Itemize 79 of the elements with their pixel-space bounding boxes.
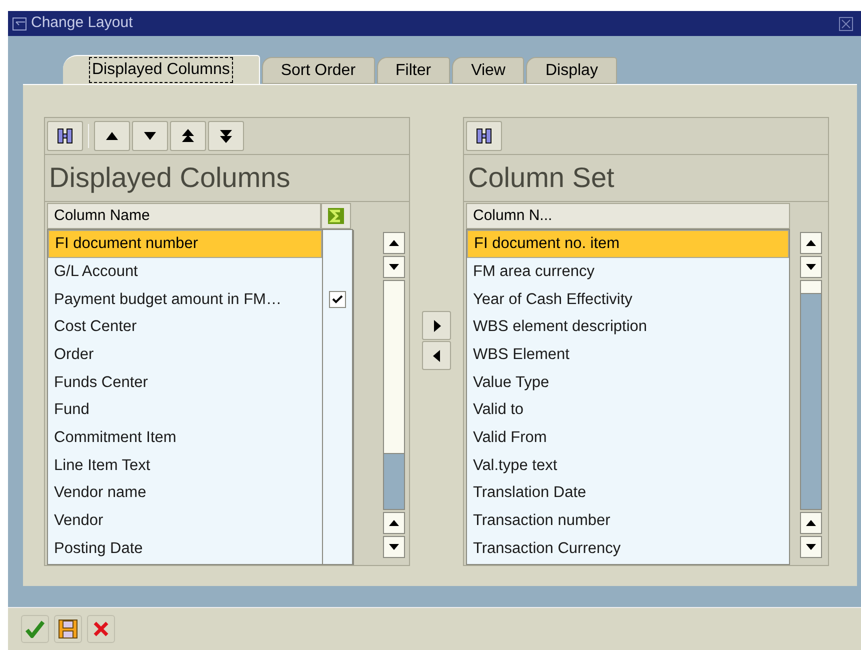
- list-row[interactable]: WBS element description: [467, 313, 789, 341]
- list-row[interactable]: Transaction number: [467, 506, 789, 535]
- triangle-right-icon: [432, 320, 440, 332]
- window-title: Change Layout: [31, 13, 133, 34]
- triangle-down-icon: [806, 264, 816, 270]
- scroll-down-button[interactable]: [383, 536, 405, 558]
- triangle-up-icon: [106, 132, 118, 140]
- triangle-down-icon: [389, 544, 399, 550]
- scroll-up-button[interactable]: [383, 232, 405, 254]
- list-row[interactable]: Commitment Item: [48, 424, 322, 452]
- tab[interactable]: View: [452, 57, 524, 84]
- list-row[interactable]: Cost Center: [48, 313, 322, 341]
- list-row[interactable]: Valid From: [467, 424, 789, 452]
- list-row[interactable]: Translation Date: [467, 479, 789, 507]
- cancel-button[interactable]: [87, 615, 115, 643]
- list-row[interactable]: FI document no. item: [467, 230, 789, 258]
- tab[interactable]: Displayed Columns: [63, 55, 260, 84]
- list-row[interactable]: G/L Account: [48, 258, 322, 286]
- list-row[interactable]: Posting Date: [48, 534, 322, 562]
- sigma-icon: [328, 208, 344, 224]
- total-column-header[interactable]: [321, 203, 351, 229]
- group-heading: Column Set: [468, 160, 614, 195]
- scroll-down-button[interactable]: [383, 256, 405, 278]
- scroll-up-button[interactable]: [800, 512, 822, 534]
- list-row[interactable]: Valid to: [467, 396, 789, 424]
- group-heading: Displayed Columns: [49, 160, 290, 195]
- list-row[interactable]: FI document number: [48, 230, 322, 258]
- save-button[interactable]: [54, 615, 82, 643]
- list-row[interactable]: Vendor name: [48, 479, 322, 507]
- close-icon[interactable]: [839, 16, 853, 30]
- checkmark-icon: [332, 294, 343, 304]
- column-header[interactable]: Column N...: [466, 203, 790, 229]
- find-button[interactable]: [466, 120, 502, 151]
- tab[interactable]: Sort Order: [262, 57, 375, 84]
- list-row[interactable]: Line Item Text: [48, 452, 322, 480]
- scrollbar-track[interactable]: [383, 280, 405, 510]
- triangle-down-icon: [144, 132, 156, 140]
- scrollbar-thumb[interactable]: [384, 453, 404, 509]
- list-row[interactable]: Year of Cash Effectivity: [467, 285, 789, 314]
- list-row[interactable]: FM area currency: [467, 258, 789, 286]
- double-down-icon: [220, 128, 232, 143]
- list-row[interactable]: Funds Center: [48, 368, 322, 396]
- tab[interactable]: Display: [526, 57, 617, 84]
- move-top-button[interactable]: [170, 120, 206, 151]
- triangle-left-icon: [432, 350, 440, 362]
- move-bottom-button[interactable]: [208, 120, 244, 151]
- tab[interactable]: Filter: [376, 57, 450, 84]
- scroll-down-button[interactable]: [800, 256, 822, 278]
- move-up-button[interactable]: [94, 120, 130, 151]
- checkbox[interactable]: [329, 290, 346, 308]
- scroll-up-button[interactable]: [800, 232, 822, 254]
- move-down-button[interactable]: [132, 120, 168, 151]
- binoculars-icon: [56, 126, 74, 145]
- triangle-up-icon: [806, 240, 816, 246]
- list-row[interactable]: Payment budget amount in FM…: [48, 285, 322, 314]
- triangle-down-icon: [389, 264, 399, 270]
- triangle-up-icon: [389, 520, 399, 526]
- list-row[interactable]: Val.type text: [467, 452, 789, 480]
- binoculars-icon: [475, 126, 493, 145]
- column-header[interactable]: Column Name: [47, 203, 321, 229]
- move-left-button[interactable]: [422, 341, 451, 370]
- close-icon: [92, 620, 110, 638]
- list-row[interactable]: WBS Element: [467, 340, 789, 368]
- double-up-icon: [182, 128, 194, 143]
- triangle-down-icon: [806, 544, 816, 550]
- triangle-up-icon: [389, 240, 399, 246]
- find-button[interactable]: [47, 120, 83, 151]
- window-icon: [12, 16, 28, 30]
- list-row[interactable]: Value Type: [467, 368, 789, 396]
- list-row[interactable]: Transaction Currency: [467, 534, 789, 562]
- list-row[interactable]: Order: [48, 340, 322, 368]
- move-right-button[interactable]: [422, 311, 451, 340]
- list-row[interactable]: Fund: [48, 396, 322, 424]
- list-row[interactable]: Vendor: [48, 506, 322, 535]
- triangle-up-icon: [806, 520, 816, 526]
- scroll-up-button[interactable]: [383, 512, 405, 534]
- confirm-button[interactable]: [21, 615, 49, 643]
- scroll-down-button[interactable]: [800, 536, 822, 558]
- checkmark-icon: [25, 620, 45, 638]
